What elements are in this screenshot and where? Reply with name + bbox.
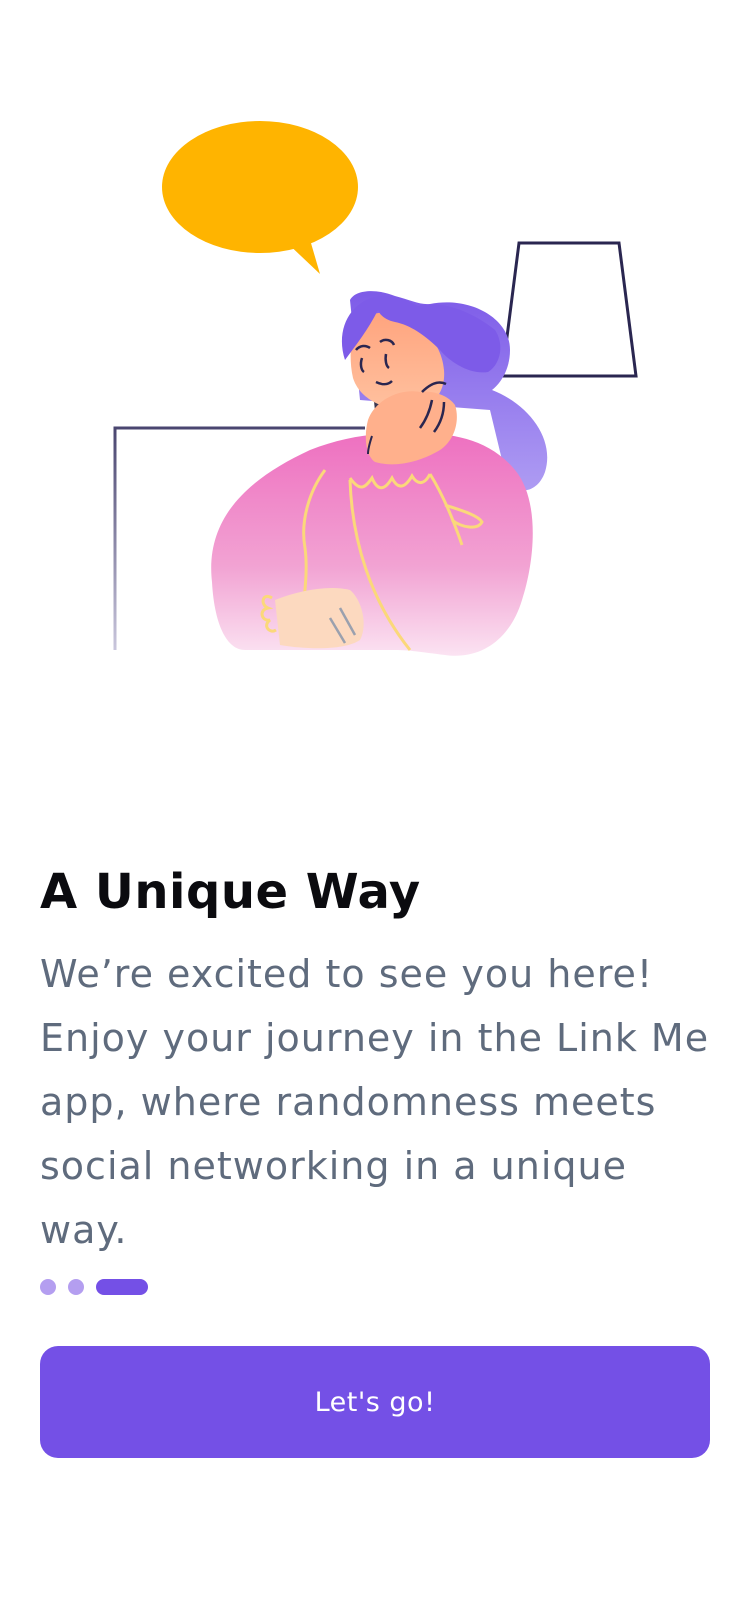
onboarding-illustration — [0, 0, 750, 700]
page-title: A Unique Way — [40, 864, 421, 920]
pagination-indicator — [40, 1279, 160, 1295]
speech-bubble-icon — [162, 121, 358, 274]
page-dot — [68, 1279, 84, 1295]
woman-thinking-illustration — [113, 121, 638, 656]
page-dot — [40, 1279, 56, 1295]
lets-go-button[interactable]: Let's go! — [40, 1346, 710, 1458]
page-dot-active — [96, 1279, 148, 1295]
onboarding-description: We’re excited to see you here! Enjoy you… — [40, 952, 710, 1252]
woman-figure — [211, 291, 548, 656]
